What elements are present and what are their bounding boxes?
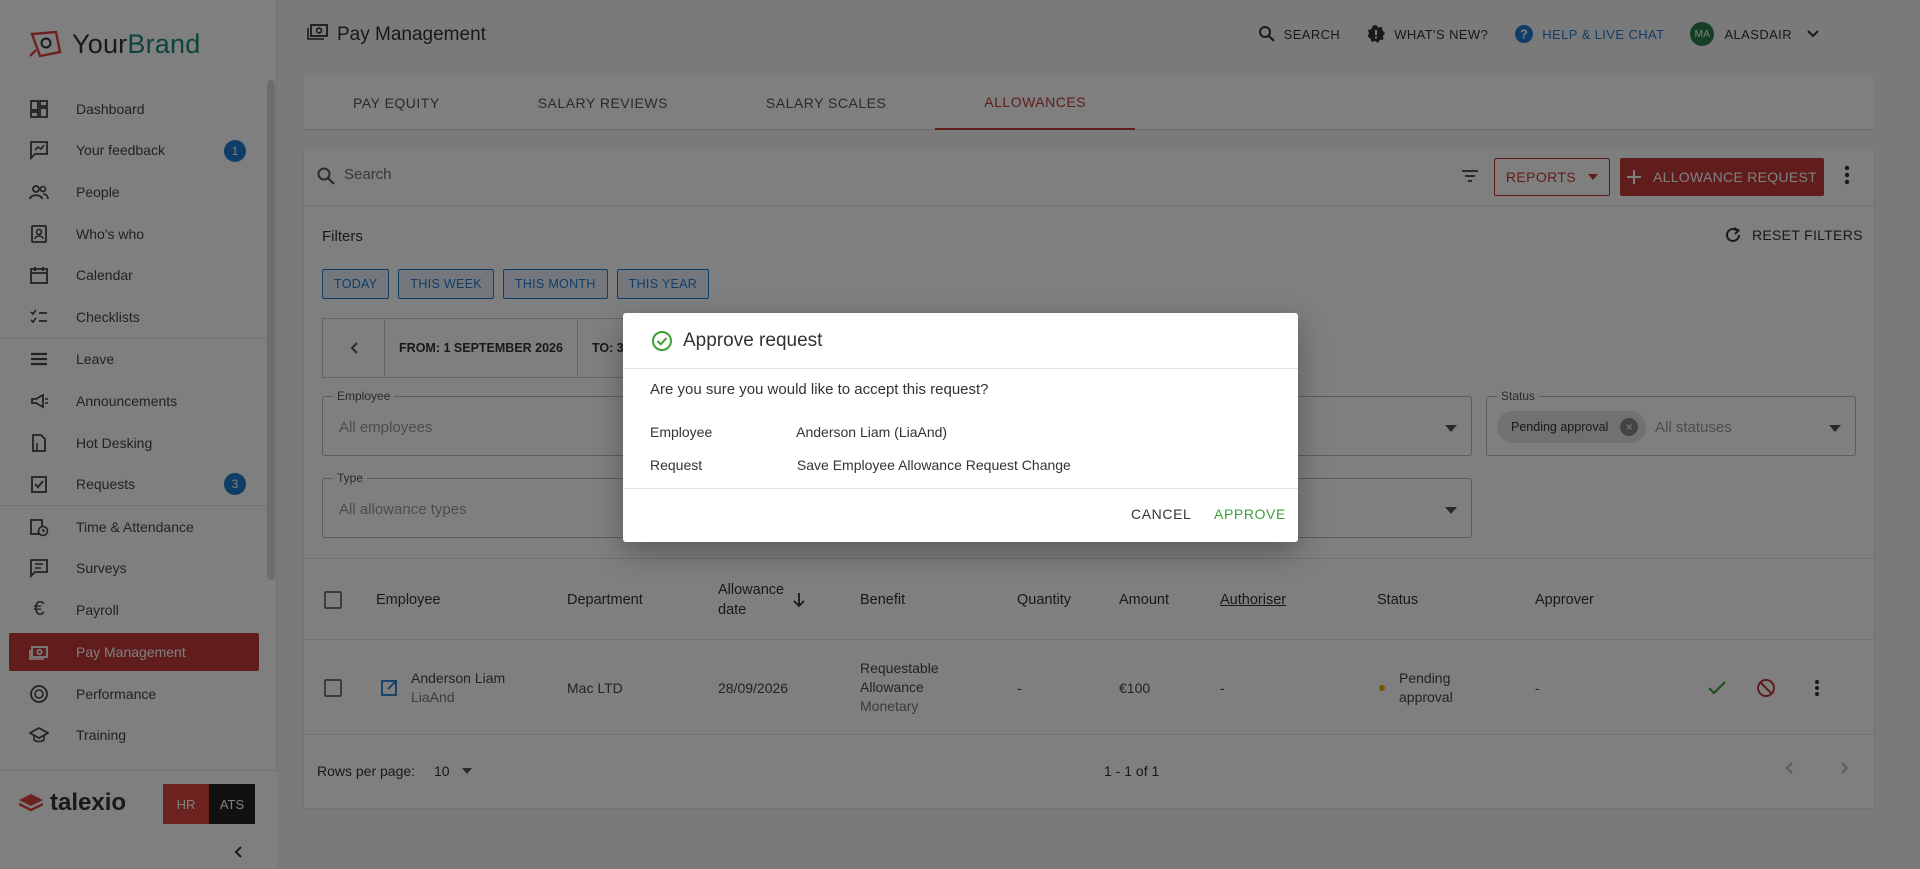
dialog-request-label: Request (650, 457, 703, 473)
check-circle-icon (651, 330, 673, 352)
dialog-employee-value: Anderson Liam (LiaAnd) (796, 424, 948, 440)
cancel-button[interactable]: CANCEL (1131, 506, 1191, 522)
approve-request-dialog: Approve request Are you sure you would l… (623, 313, 1298, 542)
dialog-title: Approve request (683, 329, 823, 351)
dialog-actions: CANCEL APPROVE (623, 488, 1298, 542)
dialog-request-row: Request Save Employee Allowance Request … (650, 457, 1071, 473)
dialog-employee-row: Employee Anderson Liam (LiaAnd) (650, 424, 947, 440)
dialog-employee-label: Employee (650, 424, 713, 440)
dialog-question: Are you sure you would like to accept th… (650, 381, 989, 398)
approve-button[interactable]: APPROVE (1214, 506, 1286, 522)
dialog-request-value: Save Employee Allowance Request Change (796, 457, 1071, 473)
dialog-header: Approve request (623, 313, 1298, 369)
